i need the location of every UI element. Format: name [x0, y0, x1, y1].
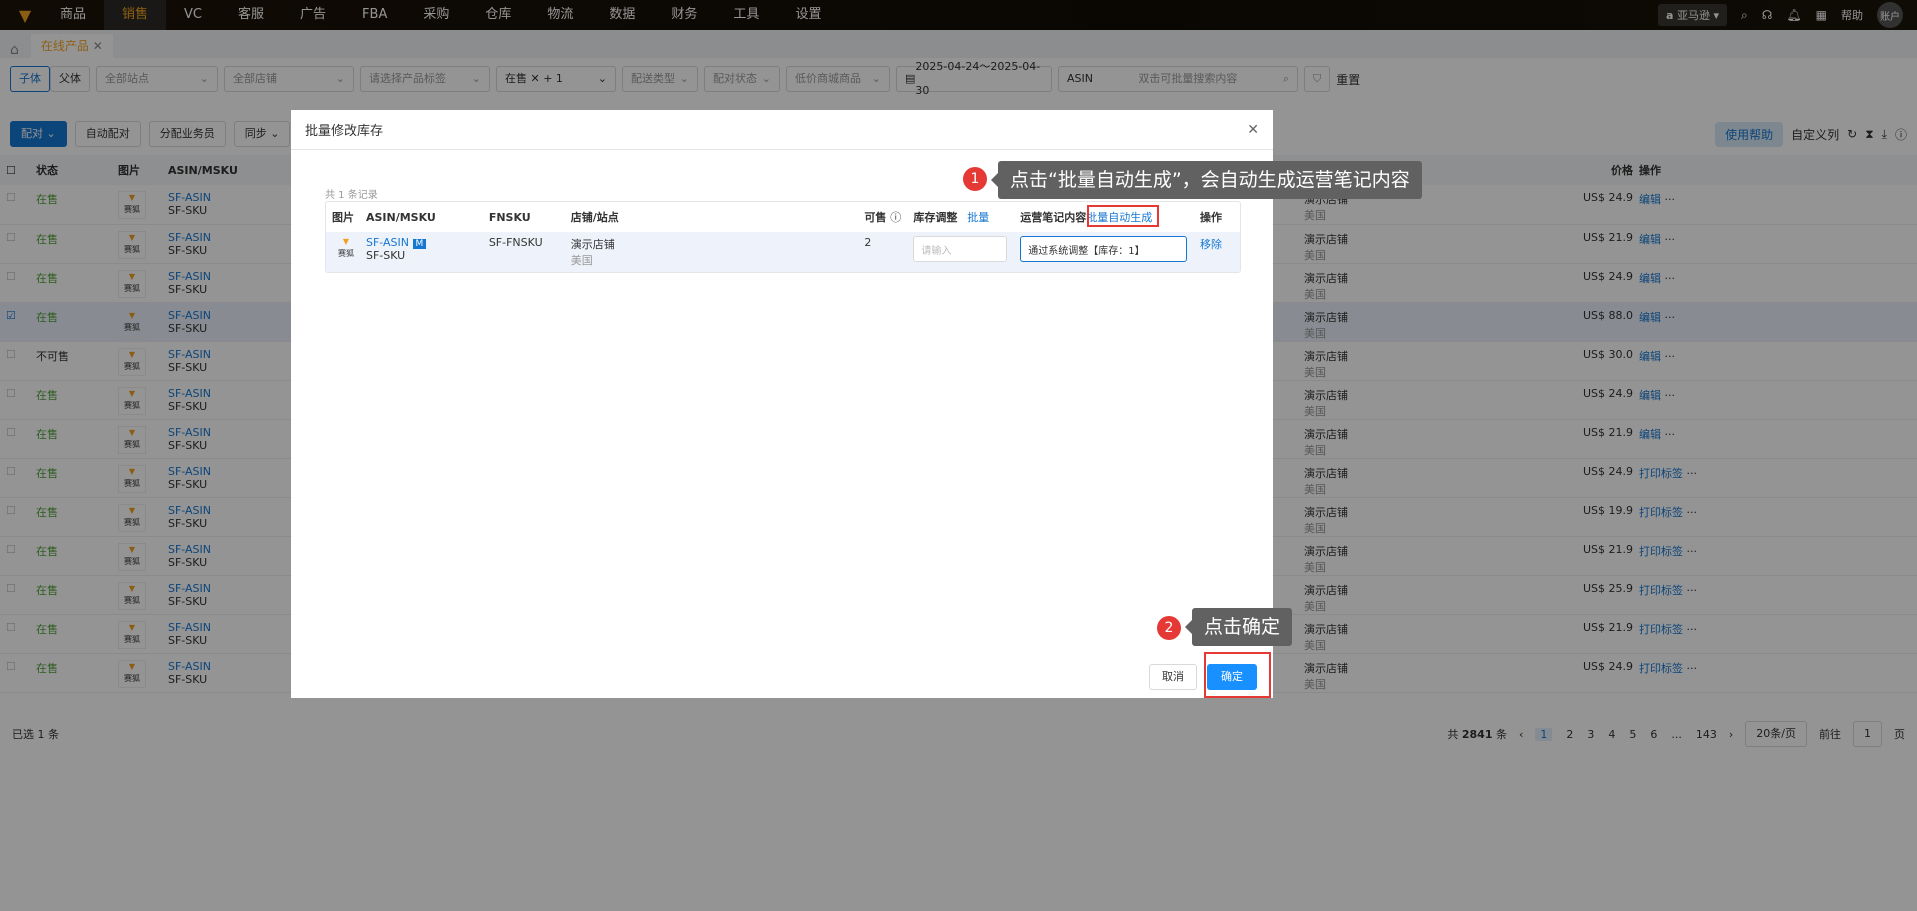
step-badge-1: 1 [963, 167, 987, 191]
col-ops: 操作 [1200, 211, 1223, 224]
thumb-label: 赛狐 [338, 249, 354, 258]
sellable: 2 [864, 236, 872, 249]
fnsku: SF-FNSKU [488, 236, 543, 249]
step-badge-2: 2 [1157, 616, 1181, 640]
product-thumbnail: ▼ 赛狐 [338, 237, 354, 258]
col-store: 店铺/站点 [570, 211, 619, 224]
help-icon[interactable]: ⓘ [890, 211, 901, 224]
col-sellable: 可售 [864, 211, 887, 224]
sku: SF-SKU [365, 249, 406, 262]
store: 演示店铺 [570, 238, 615, 251]
col-image: 图片 [332, 211, 354, 224]
record-count: 共 1 条记录 [325, 190, 378, 201]
modal-title: 批量修改库存 [305, 124, 384, 139]
site: 美国 [570, 254, 593, 267]
m-badge-icon: M [412, 239, 427, 249]
col-asin: ASIN/MSKU [365, 210, 436, 224]
asin-link[interactable]: SF-ASIN [366, 236, 409, 249]
highlight-auto-generate [1087, 205, 1159, 227]
batch-adjust-link[interactable]: 批量 [967, 211, 989, 224]
adjust-input[interactable]: 请输入 [913, 236, 1008, 262]
note-textarea[interactable]: 通过系统调整【库存：1】 [1020, 236, 1188, 262]
remove-link[interactable]: 移除 [1200, 236, 1240, 252]
annotation-tooltip-2: 点击确定 [1184, 608, 1293, 646]
highlight-confirm [1204, 652, 1271, 698]
close-icon[interactable]: ✕ [1247, 122, 1259, 138]
col-note: 运营笔记内容 [1020, 211, 1087, 224]
col-fnsku: FNSKU [488, 210, 531, 224]
col-adjust: 库存调整 [913, 211, 958, 224]
cancel-button[interactable]: 取消 [1149, 664, 1197, 690]
annotation-tooltip-1: 点击“批量自动生成”，会自动生成运营笔记内容 [991, 161, 1422, 199]
modal-row: ▼ 赛狐 SF-ASIN M SF-SKU SF-FNSKU 演示店铺美国 2 请输… [326, 232, 1240, 272]
